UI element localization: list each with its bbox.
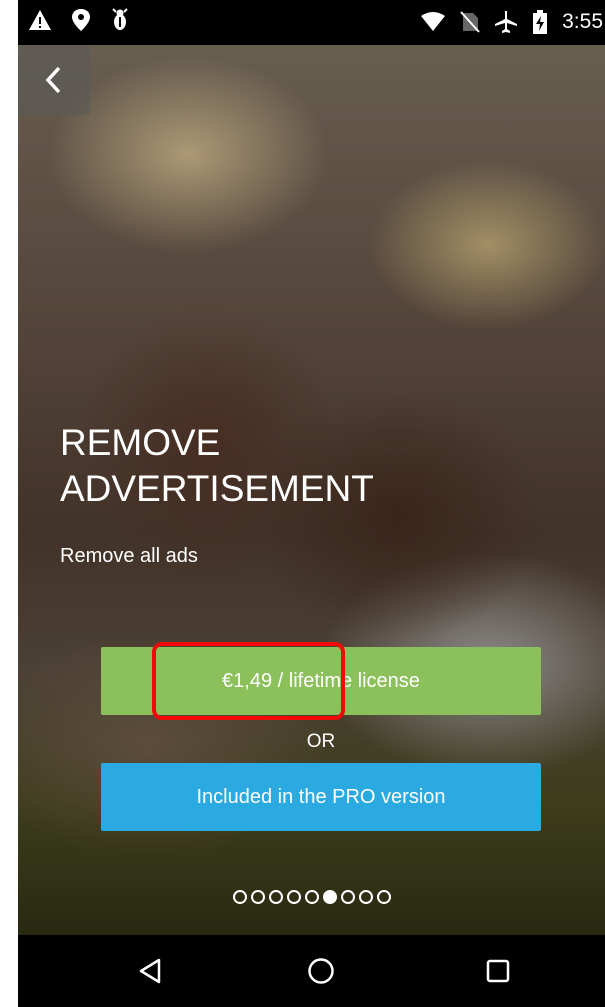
wifi-icon (421, 12, 446, 31)
page-dot (376, 890, 391, 904)
page-title: REMOVE ADVERTISEMENT (60, 422, 374, 509)
nav-recents-button[interactable] (480, 953, 516, 989)
back-triangle-icon (139, 958, 161, 984)
page-dot (340, 890, 355, 904)
status-time: 3:55 (562, 10, 603, 33)
nav-back-button[interactable] (132, 953, 168, 989)
warning-icon (29, 10, 51, 30)
home-circle-icon (308, 958, 334, 984)
recents-square-icon (486, 959, 510, 983)
navigation-bar (18, 935, 605, 1007)
pro-version-button[interactable]: Included in the PRO version (101, 763, 541, 831)
page-dot (268, 890, 283, 904)
page-dot (304, 890, 319, 904)
page-dot-active (322, 890, 337, 904)
debug-icon (112, 8, 128, 30)
page-dot (358, 890, 373, 904)
no-sim-icon (460, 11, 480, 33)
airplane-icon (495, 11, 518, 33)
back-button[interactable] (18, 45, 90, 115)
page-subtitle: Remove all ads (60, 545, 198, 567)
left-margin (0, 0, 18, 1007)
buy-lifetime-license-button[interactable]: €1,49 / lifetime license (101, 647, 541, 715)
or-separator: OR (306, 731, 336, 752)
status-bar: 3:55 (18, 0, 605, 45)
page-dot (250, 890, 265, 904)
battery-charging-icon (533, 10, 548, 34)
nav-home-button[interactable] (303, 953, 339, 989)
page-indicator (18, 890, 605, 904)
page-dot (286, 890, 301, 904)
page-dot (232, 890, 247, 904)
chevron-left-icon (45, 66, 61, 94)
location-icon (72, 9, 90, 31)
